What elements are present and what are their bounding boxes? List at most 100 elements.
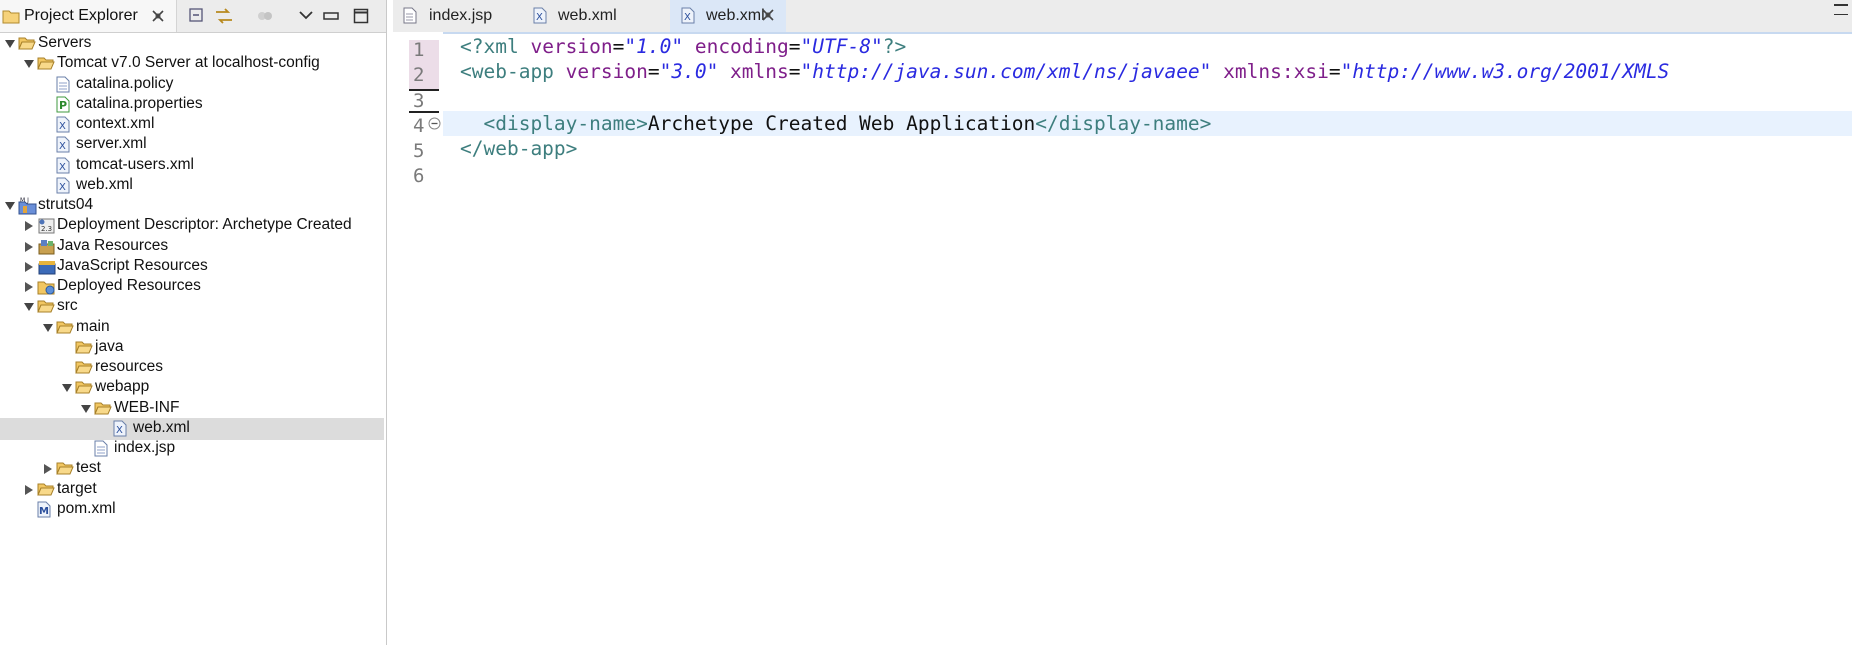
tree-item[interactable]: Servers	[0, 33, 386, 55]
maven-project-icon: M J	[18, 197, 37, 215]
code-line-5: </web-app>	[460, 136, 577, 162]
expand-arrow-down-icon[interactable]	[80, 402, 92, 416]
tree-item[interactable]: main	[0, 317, 386, 339]
svg-text:X: X	[536, 12, 543, 23]
tag-open: <web-app	[460, 60, 566, 83]
expand-arrow-down-icon[interactable]	[61, 381, 73, 395]
close-icon[interactable]	[760, 7, 776, 28]
svg-text:X: X	[59, 182, 66, 193]
tree-item-label: java	[95, 337, 124, 355]
project-explorer-tab[interactable]: Project Explorer	[0, 0, 177, 32]
tree-item[interactable]: JavaScript Resources	[0, 256, 386, 278]
expand-arrow-down-icon[interactable]	[4, 199, 16, 213]
tree-item[interactable]: test	[0, 458, 386, 480]
tree-item-label: tomcat-users.xml	[76, 155, 194, 173]
tree-item-label: struts04	[38, 196, 94, 213]
tree-item[interactable]: Deployed Resources	[0, 276, 386, 298]
tree-item-label: webapp	[95, 378, 150, 396]
attr-eq: =	[1328, 60, 1341, 83]
tab-web-xml-1[interactable]: X web.xml	[520, 0, 670, 32]
tree-item[interactable]: Java Resources	[0, 236, 386, 258]
fold-collapse-icon[interactable]	[428, 117, 441, 134]
tree-item[interactable]: index.jsp	[0, 438, 386, 460]
expand-arrow-right-icon[interactable]	[23, 240, 35, 254]
tree-item[interactable]: java	[0, 337, 386, 359]
tree-item[interactable]: Mpom.xml	[0, 499, 386, 521]
tree-item[interactable]: resources	[0, 357, 386, 379]
attr-name: encoding	[683, 35, 789, 58]
expand-arrow-right-icon[interactable]	[23, 260, 35, 274]
tree-item[interactable]: catalina.policy	[0, 74, 386, 96]
tree-item[interactable]: Xweb.xml	[0, 175, 386, 197]
tree-item[interactable]: Xweb.xml	[0, 417, 384, 440]
attr-value: "http://www.w3.org/2001/XMLS	[1340, 60, 1670, 83]
element-text: Archetype Created Web Application	[647, 112, 1036, 135]
xml-file-icon: X	[113, 420, 131, 438]
tree-item[interactable]: src	[0, 296, 386, 318]
tree-item-label: server.xml	[76, 135, 147, 153]
tree-item[interactable]: 2.3 Deployment Descriptor: Archetype Crea…	[0, 215, 386, 237]
tree-item[interactable]: Xserver.xml	[0, 134, 386, 156]
expand-arrow-down-icon[interactable]	[23, 300, 35, 314]
minimize-icon[interactable]	[320, 5, 342, 27]
expand-arrow-right-icon[interactable]	[42, 462, 54, 476]
folder-open-icon	[37, 481, 55, 499]
svg-text:X: X	[59, 162, 66, 173]
folder-open-icon	[56, 319, 74, 337]
tree-item[interactable]: M J struts04	[0, 195, 386, 217]
tree-item[interactable]: Pcatalina.properties	[0, 94, 386, 116]
attr-name: xmlns	[718, 60, 789, 83]
java-resources-icon	[37, 238, 55, 256]
svg-text:X: X	[59, 141, 66, 152]
editor-minimize-icon[interactable]	[1834, 4, 1848, 15]
maximize-icon[interactable]	[350, 5, 372, 27]
expand-arrow-right-icon[interactable]	[23, 483, 35, 497]
line-number: 4	[413, 115, 425, 137]
tree-item[interactable]: webapp	[0, 377, 386, 399]
tree-item-label: catalina.policy	[76, 74, 174, 92]
view-menu-chevron-down-icon[interactable]	[295, 5, 317, 27]
text-file-icon	[94, 440, 112, 458]
tab-web-xml-active[interactable]: X web.xml	[670, 0, 786, 32]
tree-item[interactable]: target	[0, 479, 386, 501]
tree-item[interactable]: WEB-INF	[0, 398, 386, 420]
tree-item-label: web.xml	[76, 175, 133, 193]
editor-tab-bar: index.jsp X web.xml X web.xml	[393, 0, 1852, 34]
tag-close: </web-app>	[460, 137, 578, 160]
tag-open: <display-name>	[483, 112, 648, 135]
project-explorer-icon	[2, 8, 20, 28]
line-number: 6	[413, 165, 425, 187]
folder-open-icon	[75, 339, 93, 357]
tab-index-jsp[interactable]: index.jsp	[393, 0, 520, 32]
project-explorer-panel: Project Explorer Servers Tomcat v7.0 Serv…	[0, 0, 387, 645]
folder-open-icon	[18, 35, 36, 53]
attr-name: version	[530, 35, 613, 58]
xml-file-icon: X	[56, 116, 74, 134]
code-line-1: <?xml version="1.0" encoding="UTF-8"?>	[460, 34, 906, 60]
tree-item-label: Java Resources	[57, 236, 169, 254]
expand-arrow-right-icon[interactable]	[23, 219, 35, 233]
tree-item[interactable]: Xcontext.xml	[0, 114, 386, 136]
svg-text:X: X	[59, 121, 66, 132]
expand-arrow-down-icon[interactable]	[4, 37, 16, 51]
link-with-editor-icon[interactable]	[213, 5, 235, 27]
deployed-resources-icon	[37, 278, 55, 296]
project-explorer-header: Project Explorer	[0, 0, 386, 33]
tree-item[interactable]: Tomcat v7.0 Server at localhost-config	[0, 53, 386, 75]
expand-arrow-right-icon[interactable]	[23, 280, 35, 294]
collapse-all-icon[interactable]	[186, 5, 208, 27]
tree-item[interactable]: Xtomcat-users.xml	[0, 155, 386, 177]
tree-item-label: Deployed Resources	[57, 277, 201, 294]
close-icon[interactable]	[150, 8, 166, 29]
tab-label: web.xml	[558, 7, 617, 24]
attr-value: "UTF-8"	[800, 35, 883, 58]
filters-icon[interactable]	[254, 5, 276, 27]
xml-editor: index.jsp X web.xml X web.xml 1 2 3 4 5 …	[393, 0, 1852, 645]
expand-arrow-down-icon[interactable]	[23, 57, 35, 71]
tree-item-label: context.xml	[76, 115, 155, 132]
tree-item-label: Servers	[38, 34, 92, 51]
code-line-2: <web-app version="3.0" xmlns="http://jav…	[460, 59, 1669, 85]
tree-item-label: WEB-INF	[114, 398, 180, 416]
expand-arrow-down-icon[interactable]	[42, 321, 54, 335]
